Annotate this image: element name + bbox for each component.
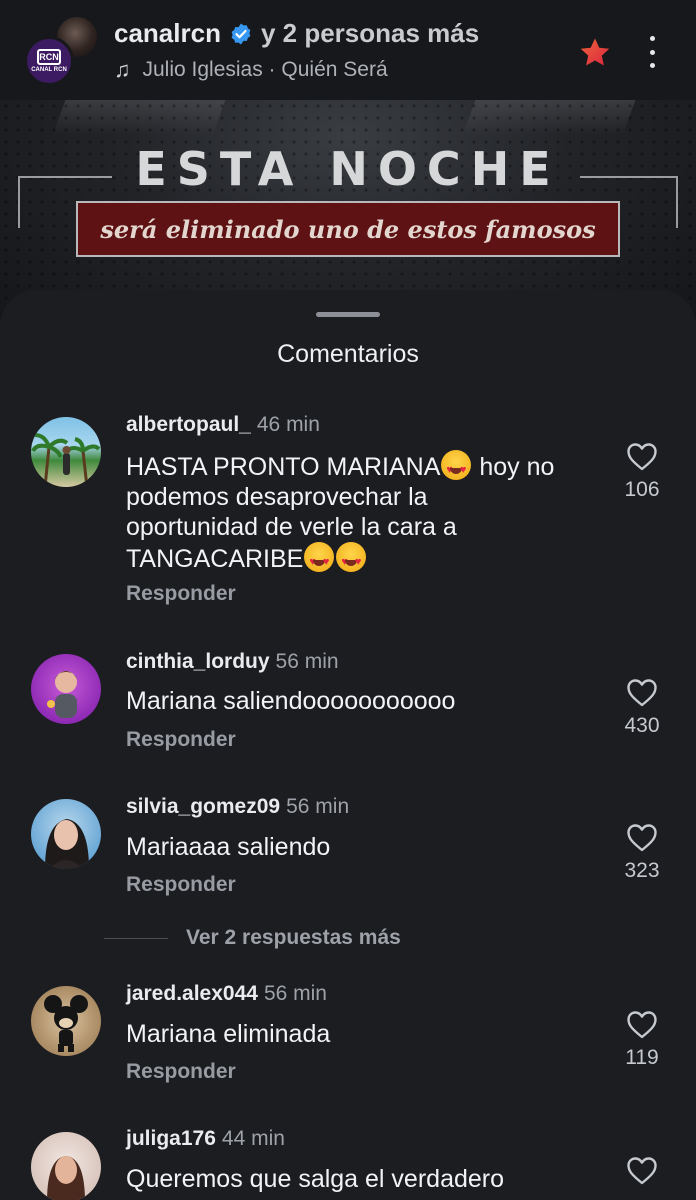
comment-time: 56 min	[275, 650, 339, 673]
heart-icon[interactable]	[626, 823, 658, 853]
reply-button[interactable]: Responder	[126, 1060, 236, 1084]
comment-username[interactable]: albertopaul_	[126, 413, 251, 436]
comment-header: cinthia_lorduy 56 min	[126, 650, 339, 674]
comment-username[interactable]: silvia_gomez09	[126, 795, 280, 818]
comment-text-segment: hoy no	[472, 453, 555, 481]
comment-text-segment: oportunidad de verle la cara a	[126, 513, 457, 541]
comment-time: 44 min	[221, 1127, 285, 1150]
user-avatar[interactable]	[31, 654, 101, 724]
account-name[interactable]: canalrcn	[114, 18, 221, 49]
reply-button[interactable]: Responder	[126, 728, 236, 752]
user-avatar[interactable]	[31, 799, 101, 869]
heart-eyes-emoji-icon	[304, 542, 335, 577]
comment-text: Mariaaaa saliendo	[126, 833, 331, 861]
like-control[interactable]	[612, 1156, 672, 1186]
comment-username[interactable]: juliga176	[126, 1127, 216, 1150]
comment-username[interactable]: jared.alex044	[126, 982, 258, 1005]
heart-icon[interactable]	[626, 442, 658, 472]
comments-sheet: Comentarios albertopaul_ 46 min HASTA PRO…	[0, 290, 696, 1200]
user-avatar[interactable]	[31, 986, 101, 1056]
like-control[interactable]: 106	[612, 442, 672, 502]
banner-frame-line	[20, 176, 112, 178]
banner-title: ESTA NOCHE	[135, 142, 561, 196]
like-count: 106	[624, 478, 660, 501]
heart-eyes-emoji-icon	[336, 542, 367, 577]
music-note-icon: ♫	[114, 57, 131, 82]
comment-text: HASTA PRONTO MARIANA hoy no podemos desa…	[126, 450, 606, 577]
comment-header: juliga176 44 min	[126, 1127, 285, 1151]
cartoon-mouse-photo	[44, 995, 88, 1052]
comment-text: Mariana eliminada	[126, 1020, 331, 1048]
more-options-icon[interactable]	[640, 34, 664, 70]
comment-header: albertopaul_ 46 min	[126, 413, 320, 437]
reply-button[interactable]: Responder	[126, 873, 236, 897]
reel-header: RCN CANAL RCN canalrcn y 2 personas más …	[0, 0, 696, 100]
like-count: 119	[625, 1046, 659, 1069]
channel-logo-text: CANAL RCN	[31, 67, 67, 73]
heart-eyes-emoji-icon	[441, 450, 472, 485]
canalrcn-avatar[interactable]: RCN CANAL RCN	[24, 36, 74, 86]
comment-text: Mariana saliendooooooooooo	[126, 687, 456, 715]
verified-badge-icon	[231, 23, 251, 44]
rcn-logo-icon: RCN	[37, 49, 61, 65]
like-control[interactable]: 119	[612, 1010, 672, 1070]
music-info[interactable]: ♫ Julio Iglesias · Quién Será	[114, 57, 388, 83]
comment-header: jared.alex044 56 min	[126, 982, 327, 1006]
user-avatar[interactable]	[31, 1132, 101, 1200]
comment-text: Queremos que salga el verdadero	[126, 1165, 505, 1193]
reply-button[interactable]: Responder	[126, 582, 236, 606]
like-control[interactable]: 430	[612, 678, 672, 738]
view-more-replies-button[interactable]: Ver 2 respuestas más	[104, 926, 401, 950]
user-avatar[interactable]	[31, 417, 101, 487]
palm-tree-photo	[31, 433, 101, 487]
favorite-star-icon[interactable]	[578, 36, 612, 70]
comment-time: 46 min	[256, 413, 320, 436]
sheet-drag-handle[interactable]	[316, 312, 380, 317]
like-count: 430	[624, 714, 660, 737]
like-count: 323	[624, 859, 660, 882]
banner-frame-line	[580, 176, 676, 178]
like-control[interactable]: 323	[612, 823, 672, 883]
comment-text-segment: TANGACARIBE	[126, 545, 304, 573]
heart-icon[interactable]	[626, 1156, 658, 1186]
portrait-photo	[47, 1156, 85, 1200]
view-more-replies-label[interactable]: Ver 2 respuestas más	[186, 926, 401, 950]
comment-time: 56 min	[286, 795, 350, 818]
heart-icon[interactable]	[626, 1010, 658, 1040]
comment-text-segment: HASTA PRONTO MARIANA	[126, 453, 441, 481]
selfie-photo	[45, 819, 89, 869]
sheet-title: Comentarios	[277, 340, 419, 368]
comment-text-segment: podemos desaprovechar la	[126, 483, 428, 511]
collab-avatars[interactable]: RCN CANAL RCN	[24, 14, 104, 88]
banner-subtitle: será eliminado uno de estos famosos	[76, 201, 620, 257]
avatar-figure-photo	[47, 671, 78, 718]
account-line[interactable]: canalrcn y 2 personas más	[114, 18, 479, 49]
music-title[interactable]: Julio Iglesias · Quién Será	[143, 58, 388, 82]
comment-header: silvia_gomez09 56 min	[126, 795, 349, 819]
banner-frame-line	[676, 176, 678, 228]
comment-username[interactable]: cinthia_lorduy	[126, 650, 270, 673]
reel-comments-screen: RCN CANAL RCN canalrcn y 2 personas más …	[0, 0, 696, 1200]
collaborators-count[interactable]: y 2 personas más	[261, 18, 479, 49]
banner-frame-line	[18, 176, 20, 228]
heart-icon[interactable]	[626, 678, 658, 708]
comment-time: 56 min	[263, 982, 327, 1005]
divider	[104, 937, 168, 939]
